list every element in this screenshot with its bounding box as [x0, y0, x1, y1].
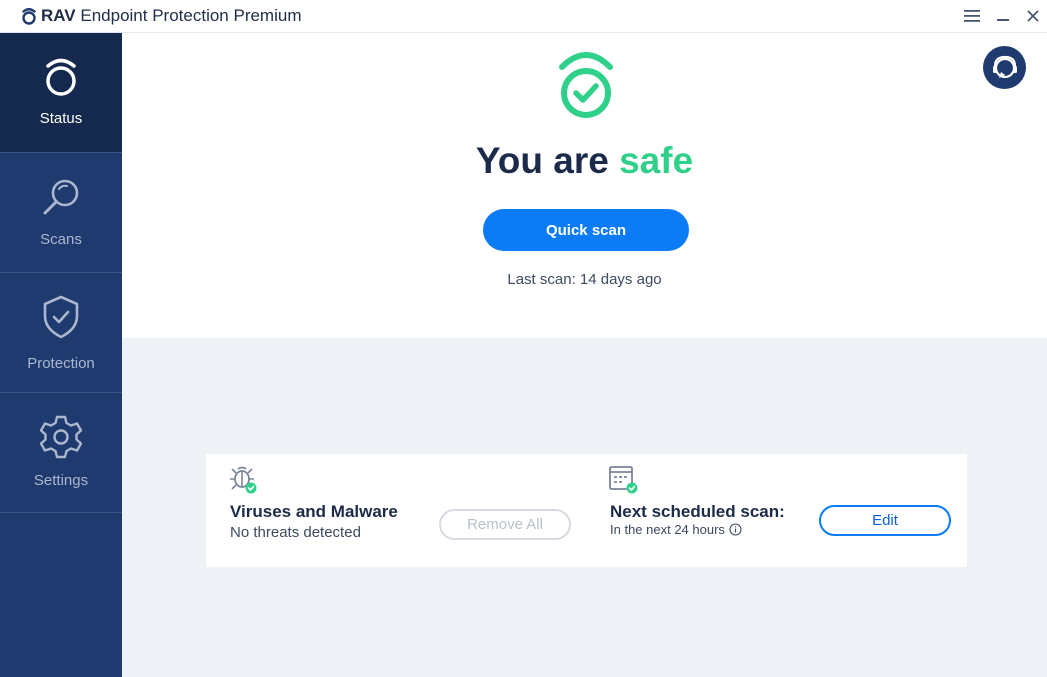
- safe-status-icon: [559, 52, 613, 118]
- schedule-title: Next scheduled scan:: [610, 502, 785, 521]
- close-icon: [1027, 10, 1039, 22]
- title-bar: RAV Endpoint Protection Premium: [0, 0, 1047, 33]
- status-headline: You are safe: [122, 140, 1047, 182]
- edit-schedule-button[interactable]: Edit: [819, 505, 951, 536]
- minimize-icon: [997, 19, 1009, 21]
- schedule-time-text: In the next 24 hours: [610, 522, 725, 537]
- app-product: Endpoint Protection Premium: [80, 6, 302, 25]
- bug-check-icon: [230, 466, 257, 494]
- summary-card: Viruses and Malware No threats detected …: [206, 454, 967, 567]
- menu-button[interactable]: [961, 5, 983, 27]
- app-brand: RAV: [41, 6, 76, 25]
- headline-prefix: You are: [475, 140, 609, 181]
- sidebar-item-label: Status: [39, 110, 83, 127]
- app-title: RAV Endpoint Protection Premium: [41, 6, 301, 26]
- quick-scan-button[interactable]: Quick scan: [483, 209, 689, 251]
- minimize-button[interactable]: [992, 5, 1014, 27]
- info-icon[interactable]: [729, 523, 742, 536]
- rav-logo-icon: [46, 58, 76, 96]
- sidebar-item-protection[interactable]: Protection: [0, 273, 122, 393]
- rav-logo-icon: [22, 8, 36, 25]
- calendar-check-icon: [609, 466, 638, 494]
- headline-state: safe: [619, 140, 694, 181]
- status-panel: You are safe Quick scan Last scan: 14 da…: [122, 33, 1047, 338]
- sidebar-item-label: Settings: [33, 472, 89, 489]
- last-scan-text: Last scan: 14 days ago: [507, 271, 662, 288]
- sidebar-item-label: Protection: [27, 355, 95, 372]
- sidebar-item-settings[interactable]: Settings: [0, 393, 122, 513]
- viruses-status: No threats detected: [230, 524, 361, 541]
- sidebar-item-scans[interactable]: Scans: [0, 153, 122, 273]
- support-button[interactable]: [983, 46, 1026, 89]
- sidebar-item-status[interactable]: Status: [0, 33, 122, 153]
- sidebar: Status Scans Protection Settings: [0, 33, 122, 677]
- viruses-title: Viruses and Malware: [230, 502, 398, 521]
- sidebar-item-label: Scans: [40, 231, 82, 248]
- close-button[interactable]: [1022, 5, 1044, 27]
- magnifier-icon: [43, 179, 79, 215]
- schedule-subtitle: In the next 24 hours: [610, 522, 742, 537]
- hamburger-icon: [964, 10, 980, 22]
- headset-support-icon: [992, 55, 1017, 78]
- remove-all-button[interactable]: Remove All: [439, 509, 571, 540]
- shield-check-icon: [43, 295, 79, 339]
- gear-icon: [39, 415, 83, 459]
